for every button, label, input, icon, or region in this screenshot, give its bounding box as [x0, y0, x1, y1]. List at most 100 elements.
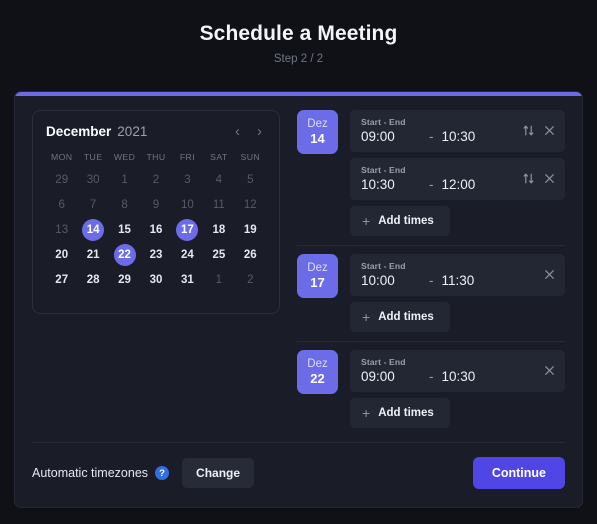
- timezone-label: Automatic timezones: [32, 466, 149, 480]
- calendar-week-row: 6 7 8 9 10 11 12: [46, 193, 266, 217]
- close-icon[interactable]: [543, 172, 556, 185]
- time-slot-row[interactable]: Start - End 09:00-10:30: [350, 110, 565, 152]
- calendar-day[interactable]: 11: [203, 193, 234, 217]
- card-footer: Automatic timezones ? Change Continue: [15, 443, 582, 489]
- calendar-day-selected[interactable]: 14: [77, 218, 108, 242]
- time-slot-row[interactable]: Start - End 10:30-12:00: [350, 158, 565, 200]
- close-icon[interactable]: [543, 364, 556, 377]
- time-slot-row[interactable]: Start - End 09:00-10:30: [350, 350, 565, 392]
- calendar-day[interactable]: 25: [203, 243, 234, 267]
- plus-icon: +: [362, 309, 371, 325]
- swap-vertical-icon[interactable]: [522, 172, 535, 185]
- calendar-day-label: 17: [176, 219, 199, 241]
- calendar-day[interactable]: 7: [77, 193, 108, 217]
- calendar-day-label: 30: [86, 174, 100, 186]
- start-time-input[interactable]: 10:30: [361, 177, 429, 192]
- calendar-day[interactable]: 12: [235, 193, 266, 217]
- time-slot-fields: Start - End 09:00-10:30: [361, 117, 522, 144]
- calendar-day[interactable]: 29: [109, 268, 140, 292]
- calendar-day[interactable]: 13: [46, 218, 77, 242]
- calendar-day[interactable]: 29: [46, 168, 77, 192]
- start-time-input[interactable]: 10:00: [361, 273, 429, 288]
- calendar-day[interactable]: 18: [203, 218, 234, 242]
- calendar-day-label: 20: [55, 249, 69, 261]
- calendar-day[interactable]: 2: [140, 168, 171, 192]
- calendar-day[interactable]: 30: [140, 268, 171, 292]
- calendar-day-label: 14: [82, 219, 105, 241]
- end-time-input[interactable]: 12:00: [442, 177, 476, 192]
- add-times-button[interactable]: + Add times: [350, 398, 450, 428]
- time-slot-row[interactable]: Start - End 10:00-11:30: [350, 254, 565, 296]
- calendar-day-label: 6: [58, 199, 65, 211]
- start-time-input[interactable]: 09:00: [361, 369, 429, 384]
- add-times-button[interactable]: + Add times: [350, 302, 450, 332]
- plus-icon: +: [362, 405, 371, 421]
- calendar-day[interactable]: 26: [235, 243, 266, 267]
- calendar-day[interactable]: 28: [77, 268, 108, 292]
- close-icon[interactable]: [543, 268, 556, 281]
- calendar-day-label: 4: [215, 174, 223, 186]
- close-icon[interactable]: [543, 124, 556, 137]
- calendar-day-label: 10: [181, 199, 194, 211]
- time-values: 09:00-10:30: [361, 369, 543, 384]
- add-times-button[interactable]: + Add times: [350, 206, 450, 236]
- calendar-day[interactable]: 8: [109, 193, 140, 217]
- calendar-day-label: 2: [152, 174, 160, 186]
- calendar-day-label: 30: [149, 274, 163, 286]
- chevron-right-icon[interactable]: ›: [253, 124, 266, 139]
- time-row-actions: [522, 124, 556, 137]
- time-values: 10:30-12:00: [361, 177, 522, 192]
- calendar-day[interactable]: 21: [77, 243, 108, 267]
- availability-list: Dez 14 Start - End 09:00-10:30 Start - End 10…: [297, 110, 565, 442]
- calendar-week-row: 13 14 15 16 17 18 19: [46, 218, 266, 242]
- calendar-day[interactable]: 15: [109, 218, 140, 242]
- calendar-day[interactable]: 24: [172, 243, 203, 267]
- end-time-input[interactable]: 10:30: [442, 129, 476, 144]
- availability-group: Dez 17 Start - End 10:00-11:30 + Add times: [297, 246, 565, 342]
- weekday-mon: MON: [50, 152, 73, 162]
- step-indicator: Step 2 / 2: [273, 53, 324, 65]
- calendar-day[interactable]: 2: [235, 268, 266, 292]
- calendar-day[interactable]: 19: [235, 218, 266, 242]
- calendar-day[interactable]: 3: [172, 168, 203, 192]
- calendar-day[interactable]: 6: [46, 193, 77, 217]
- end-time-input[interactable]: 10:30: [442, 369, 476, 384]
- add-times-label: Add times: [378, 311, 434, 323]
- calendar-day[interactable]: 16: [140, 218, 171, 242]
- calendar-day[interactable]: 1: [109, 168, 140, 192]
- page-header: Schedule a Meeting Step 2 / 2: [0, 0, 597, 65]
- calendar-day[interactable]: 23: [140, 243, 171, 267]
- calendar-day-label: 29: [55, 174, 69, 186]
- calendar-day[interactable]: 27: [46, 268, 77, 292]
- calendar-day-selected[interactable]: 22: [109, 243, 140, 267]
- calendar-day-label: 13: [55, 224, 69, 236]
- date-badge: Dez 22: [297, 350, 338, 394]
- start-time-input[interactable]: 09:00: [361, 129, 429, 144]
- calendar-day[interactable]: 20: [46, 243, 77, 267]
- calendar-day[interactable]: 9: [140, 193, 171, 217]
- calendar-day[interactable]: 31: [172, 268, 203, 292]
- calendar-header: December 2021 ‹ ›: [46, 124, 266, 139]
- availability-group: Dez 22 Start - End 09:00-10:30 + Add times: [297, 342, 565, 437]
- help-circle-icon[interactable]: ?: [155, 466, 170, 480]
- calendar-day[interactable]: 10: [172, 193, 203, 217]
- end-time-input[interactable]: 11:30: [442, 273, 475, 288]
- calendar-day-selected[interactable]: 17: [172, 218, 203, 242]
- calendar-day[interactable]: 4: [203, 168, 234, 192]
- calendar-day-label: 3: [184, 174, 191, 186]
- card-body: December 2021 ‹ › MON TUE WED THU FRI SAT SUN …: [15, 96, 582, 442]
- weekday-wed: WED: [113, 152, 136, 162]
- calendar-day[interactable]: 30: [77, 168, 108, 192]
- time-range-dash: -: [429, 369, 434, 384]
- swap-vertical-icon[interactable]: [522, 124, 535, 137]
- calendar-day-label: 21: [86, 249, 100, 261]
- calendar-day[interactable]: 5: [235, 168, 266, 192]
- add-times-label: Add times: [378, 215, 434, 227]
- calendar-day[interactable]: 1: [203, 268, 234, 292]
- calendar-day-label: 29: [118, 274, 131, 286]
- continue-button[interactable]: Continue: [472, 457, 565, 489]
- chevron-left-icon[interactable]: ‹: [231, 124, 244, 139]
- calendar-week-row: 27 28 29 30 31 1 2: [46, 268, 266, 292]
- calendar-day-label: 22: [113, 244, 136, 266]
- change-timezone-button[interactable]: Change: [182, 458, 255, 488]
